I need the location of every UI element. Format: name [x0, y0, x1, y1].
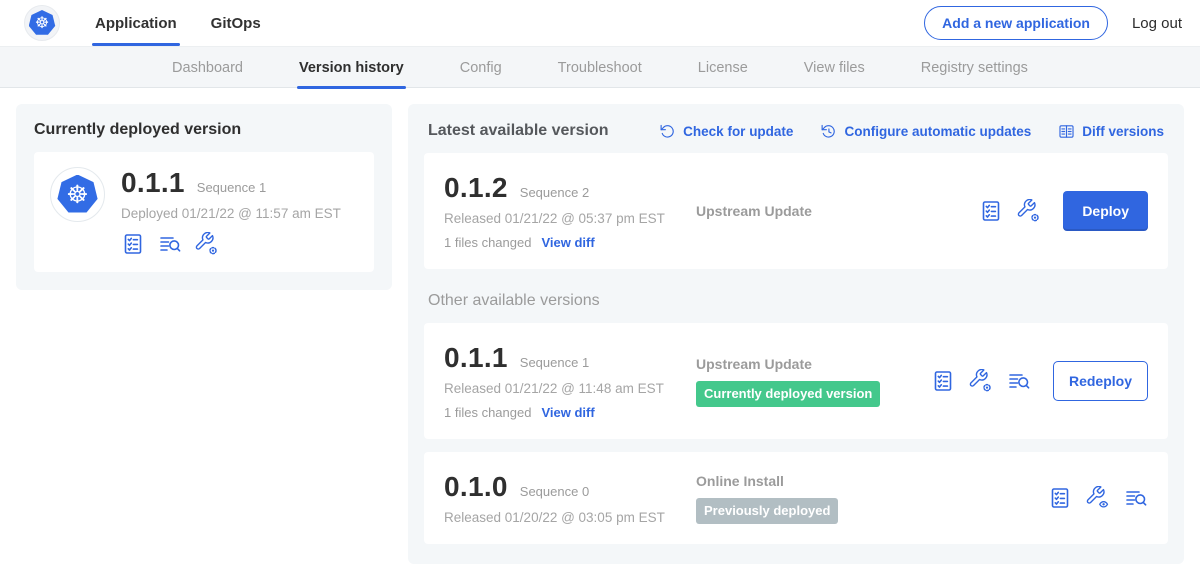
sequence-label: Sequence 2 — [520, 185, 589, 200]
released-timestamp: Released 01/20/22 @ 03:05 pm EST — [444, 510, 696, 525]
navbar-right: Add a new application Log out — [924, 6, 1182, 40]
helm-wheel-icon: ☸ — [35, 15, 49, 31]
tab-application-label: Application — [95, 15, 177, 32]
version-source-label: Upstream Update — [696, 203, 979, 219]
version-card-0-1-0: 0.1.0 Sequence 0 Released 01/20/22 @ 03:… — [424, 452, 1168, 544]
kubernetes-heptagon: ☸ — [29, 10, 56, 36]
add-application-button[interactable]: Add a new application — [924, 6, 1108, 40]
app-icon: ☸ — [50, 167, 105, 222]
version-source-label: Upstream Update — [696, 356, 931, 372]
diff-versions-icon — [1058, 123, 1075, 140]
view-diff-link[interactable]: View diff — [541, 405, 594, 420]
released-timestamp: Released 01/21/22 @ 05:37 pm EST — [444, 211, 696, 226]
currently-deployed-title: Currently deployed version — [34, 121, 374, 139]
subnav-tab-config[interactable]: Config — [460, 47, 502, 89]
view-config-icon[interactable] — [1086, 486, 1110, 510]
files-changed-label: 1 files changed — [444, 405, 531, 420]
deploy-logs-icon[interactable] — [1007, 369, 1031, 393]
auto-update-icon — [820, 123, 837, 140]
latest-available-title: Latest available version — [428, 122, 609, 140]
sequence-label: Sequence 0 — [520, 484, 589, 499]
version-number: 0.1.2 — [444, 172, 508, 204]
redeploy-button[interactable]: Redeploy — [1053, 361, 1148, 401]
helm-wheel-icon: ☸ — [66, 182, 88, 207]
released-timestamp: Released 01/21/22 @ 11:48 am EST — [444, 381, 696, 396]
deploy-button[interactable]: Deploy — [1063, 191, 1148, 231]
version-number: 0.1.0 — [444, 471, 508, 503]
deployed-version-info: 0.1.1 Sequence 1 Deployed 01/21/22 @ 11:… — [121, 167, 341, 256]
tab-gitops[interactable]: GitOps — [208, 0, 264, 46]
edit-config-icon[interactable] — [969, 369, 993, 393]
other-available-title: Other available versions — [428, 292, 1164, 310]
kubernetes-heptagon: ☸ — [57, 175, 98, 215]
main-content: Currently deployed version ☸ 0.1.1 Seque… — [0, 88, 1200, 580]
deployed-version-card: ☸ 0.1.1 Sequence 1 Deployed 01/21/22 @ 1… — [34, 152, 374, 272]
release-notes-icon[interactable] — [121, 232, 145, 256]
version-card-0-1-1: 0.1.1 Sequence 1 Released 01/21/22 @ 11:… — [424, 323, 1168, 439]
files-changed-label: 1 files changed — [444, 235, 531, 250]
subnav-tab-dashboard[interactable]: Dashboard — [172, 47, 243, 89]
version-card-0-1-2: 0.1.2 Sequence 2 Released 01/21/22 @ 05:… — [424, 153, 1168, 269]
deployed-version-number: 0.1.1 — [121, 167, 185, 199]
configure-automatic-updates-link[interactable]: Configure automatic updates — [820, 123, 1031, 140]
release-notes-icon[interactable] — [931, 369, 955, 393]
edit-config-icon[interactable] — [1017, 199, 1041, 223]
edit-config-icon[interactable] — [195, 232, 219, 256]
diff-versions-link[interactable]: Diff versions — [1058, 123, 1164, 140]
deploy-logs-icon[interactable] — [158, 232, 182, 256]
release-notes-icon[interactable] — [1048, 486, 1072, 510]
release-notes-icon[interactable] — [979, 199, 1003, 223]
subnav-tab-troubleshoot[interactable]: Troubleshoot — [558, 47, 642, 89]
subnav-tab-version-history[interactable]: Version history — [299, 47, 404, 89]
kubernetes-logo[interactable]: ☸ — [24, 5, 60, 41]
currently-deployed-badge: Currently deployed version — [696, 381, 880, 407]
sequence-label: Sequence 1 — [520, 355, 589, 370]
subnav-tab-license[interactable]: License — [698, 47, 748, 89]
application-subnav: Dashboard Version history Config Trouble… — [0, 46, 1200, 88]
version-source-label: Online Install — [696, 473, 1048, 489]
view-diff-link[interactable]: View diff — [541, 235, 594, 250]
check-for-update-link[interactable]: Check for update — [659, 123, 793, 140]
logout-link[interactable]: Log out — [1132, 15, 1182, 32]
top-navbar: ☸ Application GitOps Add a new applicati… — [0, 0, 1200, 46]
currently-deployed-card: Currently deployed version ☸ 0.1.1 Seque… — [16, 104, 392, 290]
app-nav-tabs: Application GitOps — [92, 0, 292, 46]
previously-deployed-badge: Previously deployed — [696, 498, 838, 524]
subnav-tab-view-files[interactable]: View files — [804, 47, 865, 89]
version-history-panel: Latest available version Check for updat… — [408, 104, 1184, 564]
check-update-icon — [659, 123, 676, 140]
version-number: 0.1.1 — [444, 342, 508, 374]
tab-application[interactable]: Application — [92, 0, 180, 46]
subnav-tab-registry-settings[interactable]: Registry settings — [921, 47, 1028, 89]
deployed-timestamp: Deployed 01/21/22 @ 11:57 am EST — [121, 206, 341, 221]
deploy-logs-icon[interactable] — [1124, 486, 1148, 510]
tab-gitops-label: GitOps — [211, 15, 261, 32]
deployed-sequence-label: Sequence 1 — [197, 180, 266, 195]
